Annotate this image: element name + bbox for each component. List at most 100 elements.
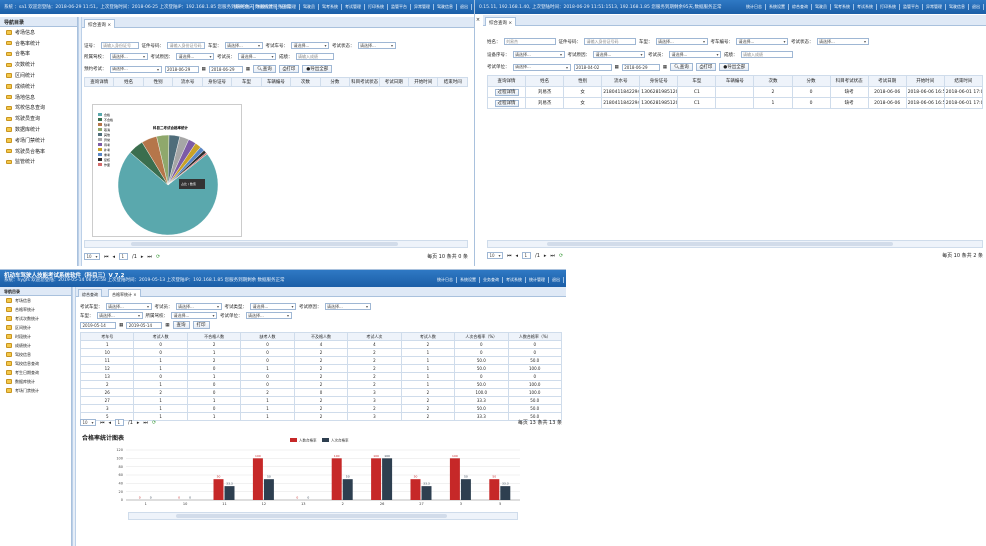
- sidebar-item[interactable]: 驾驶员合格率: [0, 146, 77, 157]
- page-number-input[interactable]: 1: [119, 253, 129, 260]
- column-header[interactable]: 开始时间: [905, 75, 945, 87]
- menu-item[interactable]: 统计管理: [529, 277, 549, 283]
- calendar-icon[interactable]: ▦: [246, 67, 250, 72]
- sidebar-item[interactable]: 区间统计: [0, 323, 71, 332]
- sidebar-item[interactable]: 时段统计: [0, 332, 71, 341]
- sidebar-item[interactable]: 考试次数统计: [0, 314, 71, 323]
- menu-item[interactable]: 统计日志: [234, 4, 254, 10]
- menu-item[interactable]: 系统设置: [460, 277, 480, 283]
- select-field[interactable]: 请选择...: [238, 53, 276, 60]
- column-header[interactable]: 不合格人数: [186, 332, 242, 341]
- select-field[interactable]: 请选择...: [593, 51, 645, 58]
- select-field[interactable]: 请选择...: [655, 38, 708, 45]
- calendar-icon[interactable]: ▦: [165, 323, 169, 328]
- prev-page-icon[interactable]: ◂: [113, 254, 116, 260]
- process-detail-button[interactable]: 过程详情: [494, 89, 519, 96]
- column-header[interactable]: 车辆编号: [260, 77, 292, 87]
- menu-item[interactable]: 驾驶信息: [949, 4, 969, 10]
- sidebar-splitter[interactable]: [78, 17, 82, 266]
- calendar-icon[interactable]: ▦: [119, 323, 123, 328]
- column-header[interactable]: 查询详情: [486, 75, 527, 87]
- refresh-icon[interactable]: ⟳: [559, 253, 563, 259]
- print-button[interactable]: ⎙ 打印: [695, 63, 717, 71]
- column-header[interactable]: 科目考试状态: [829, 75, 869, 87]
- text-field[interactable]: 请输入身份证号: [100, 42, 139, 49]
- sidebar-item[interactable]: 监管统计: [0, 157, 77, 168]
- date-to-field[interactable]: 2018-06-29: [208, 65, 243, 73]
- tab-query[interactable]: 综合查询 ×: [84, 19, 116, 28]
- select-field[interactable]: 请选择...: [816, 38, 869, 45]
- menu-item[interactable]: 驾考系统: [834, 4, 854, 10]
- column-header[interactable]: 科目考试状态: [349, 77, 380, 87]
- column-header[interactable]: 姓名: [525, 75, 565, 87]
- column-header[interactable]: 车型: [677, 75, 717, 87]
- date-from-field[interactable]: 2018-06-29: [164, 65, 199, 73]
- menu-item[interactable]: 监管平台: [391, 4, 411, 10]
- column-header[interactable]: 考试人数: [400, 332, 456, 341]
- calendar-icon[interactable]: ▦: [202, 67, 206, 72]
- menu-item[interactable]: 考试系统: [857, 4, 877, 10]
- menu-item[interactable]: 异常管理: [414, 4, 434, 10]
- column-header[interactable]: 考车号: [79, 332, 135, 341]
- date-from-field[interactable]: 2019-05-14: [80, 321, 116, 329]
- select-field[interactable]: 请选择...: [176, 53, 214, 60]
- horizontal-scrollbar[interactable]: [487, 240, 983, 248]
- sidebar-item[interactable]: 驾驶员查询: [0, 113, 77, 124]
- sidebar-item[interactable]: 合格率统计: [0, 305, 71, 314]
- date-from-field[interactable]: 2018-04-02: [573, 63, 612, 71]
- column-header[interactable]: 身份证号: [201, 77, 233, 87]
- column-header[interactable]: 分数: [319, 77, 351, 87]
- menu-item[interactable]: 绩效管理: [280, 4, 300, 10]
- print-button[interactable]: 打印: [192, 321, 210, 329]
- sidebar-item[interactable]: 成绩统计: [0, 81, 77, 92]
- menu-item[interactable]: 考试系统: [506, 277, 526, 283]
- last-page-icon[interactable]: ⏭: [143, 420, 148, 426]
- date-to-field[interactable]: 2018-06-29: [621, 63, 660, 71]
- select-field[interactable]: 请选择...: [357, 42, 396, 49]
- sidebar-item[interactable]: 数据库统计: [0, 124, 77, 135]
- select-field[interactable]: 请选择...: [175, 303, 222, 310]
- select-field[interactable]: 请选择...: [224, 42, 263, 49]
- text-field[interactable]: 刘易杰: [503, 38, 556, 45]
- first-page-icon[interactable]: ⏮: [104, 254, 109, 260]
- search-button[interactable]: 🔍︎ 查询: [670, 63, 693, 71]
- sidebar-item[interactable]: 区间统计: [0, 70, 77, 81]
- select-field[interactable]: 请选择...: [105, 303, 152, 310]
- column-header[interactable]: 不及格人数: [293, 332, 349, 341]
- select-field[interactable]: 请选择...: [171, 312, 217, 319]
- menu-item[interactable]: 驾驶员: [815, 4, 831, 10]
- search-button[interactable]: 🔍︎ 查询: [253, 65, 276, 73]
- select-field[interactable]: 请选择...: [669, 51, 721, 58]
- next-page-icon[interactable]: ▸: [544, 253, 547, 259]
- export-button[interactable]: ● 导出全部: [302, 65, 333, 73]
- sidebar-item[interactable]: 场地信息: [0, 92, 77, 103]
- sidebar-item[interactable]: 驾校信息查询: [0, 103, 77, 114]
- select-field[interactable]: 请选择...: [512, 63, 571, 71]
- menu-item[interactable]: 退出: [460, 4, 472, 10]
- column-header[interactable]: 结束时间: [437, 77, 468, 87]
- column-header[interactable]: 次数: [290, 77, 321, 87]
- sidebar-item[interactable]: 次数统计: [0, 59, 77, 70]
- menu-item[interactable]: 监管平台: [903, 4, 923, 10]
- select-field[interactable]: 请选择...: [250, 303, 296, 310]
- column-header[interactable]: 结束时间: [943, 75, 984, 87]
- column-header[interactable]: 人次合格率（%）: [454, 332, 509, 341]
- menu-item[interactable]: 驾驶员: [303, 4, 319, 10]
- sidebar-splitter[interactable]: [72, 287, 76, 546]
- chart-scrollbar[interactable]: [128, 512, 518, 520]
- calendar-icon[interactable]: ▦: [663, 65, 667, 70]
- last-page-icon[interactable]: ⏭: [147, 254, 152, 260]
- first-page-icon[interactable]: ⏮: [100, 420, 105, 426]
- text-field[interactable]: 请输入身份证号码: [167, 42, 205, 49]
- column-header[interactable]: 考试日期: [867, 75, 907, 87]
- column-header[interactable]: 人数合格率（%）: [507, 332, 562, 341]
- first-page-icon[interactable]: ⏮: [507, 253, 512, 259]
- tab-query[interactable]: 综合查询 ×: [485, 17, 517, 26]
- sidebar-item[interactable]: 驾校信息查询: [0, 359, 71, 368]
- sidebar-item[interactable]: 合格率: [0, 49, 77, 60]
- column-header[interactable]: 身份证号: [639, 75, 679, 87]
- tab-1[interactable]: 合格率统计 ×: [108, 289, 141, 297]
- last-page-icon[interactable]: ⏭: [550, 253, 555, 259]
- column-header[interactable]: 车辆编号: [715, 75, 755, 87]
- menu-item[interactable]: 打印系统: [368, 4, 388, 10]
